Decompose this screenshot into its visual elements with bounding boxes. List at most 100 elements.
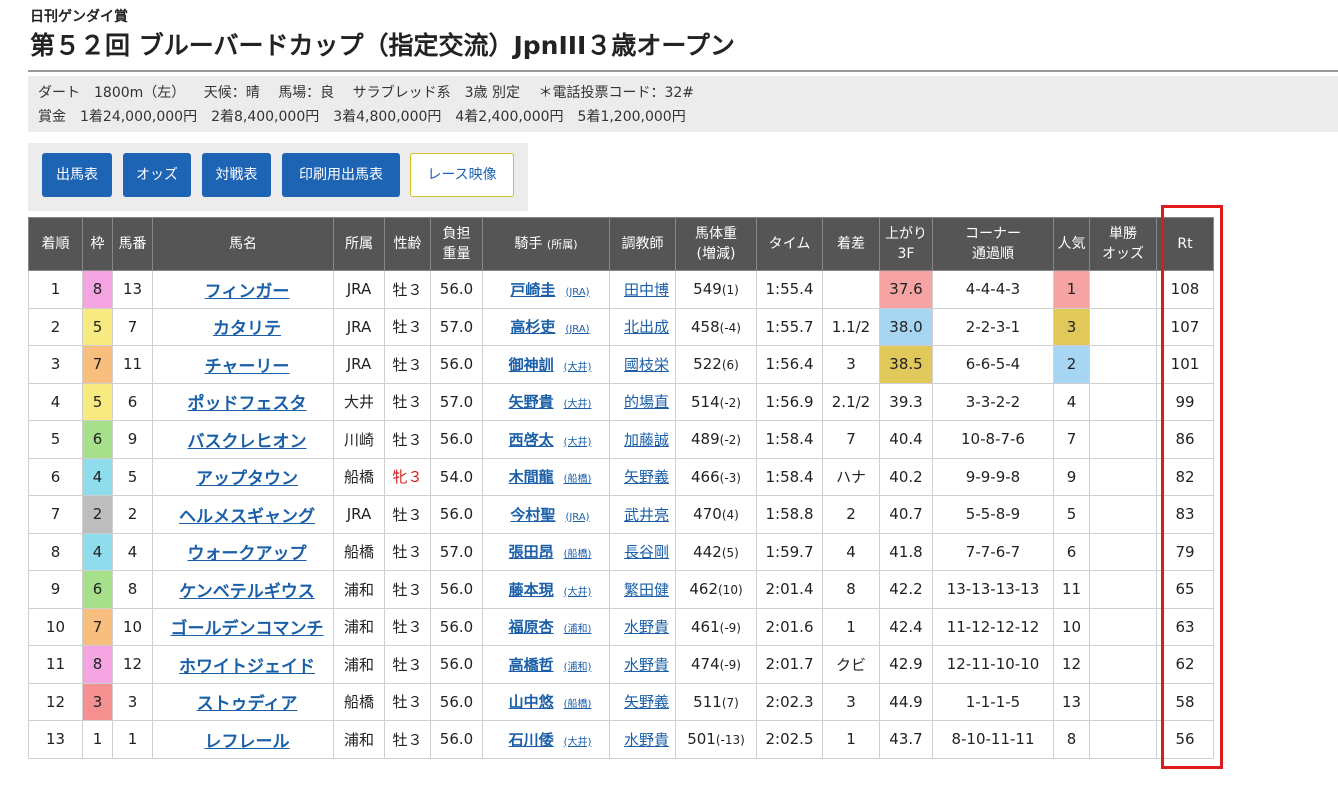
horse-name-link[interactable]: ケンベテルギウス [179, 582, 315, 602]
jockey-affiliation: (浦和) [563, 661, 592, 673]
body-weight: 470 [693, 505, 722, 524]
jockey-link[interactable]: 石川倭 (大井) [509, 731, 592, 749]
corner-positions: 5-5-8-9 [932, 495, 1054, 534]
horse-name-link[interactable]: バスクレヒオン [188, 432, 307, 452]
win-odds [1089, 495, 1157, 534]
jockey-link[interactable]: 戸崎圭 (JRA) [510, 281, 589, 299]
odds-button[interactable]: オッズ [123, 153, 191, 197]
trainer-link[interactable]: 矢野義 [624, 468, 669, 486]
col-horse: 馬名 [152, 217, 334, 271]
jockey-affiliation: (大井) [563, 586, 592, 598]
matchup-button[interactable]: 対戦表 [202, 153, 271, 197]
jockey-name: 福原杏 [508, 618, 554, 637]
jockey-link[interactable]: 福原杏 (浦和) [509, 618, 592, 636]
horse-name-link[interactable]: ポッドフェスタ [188, 394, 307, 414]
finish-position: 12 [28, 682, 83, 721]
horse-number: 3 [112, 682, 153, 721]
horse-name-link[interactable]: アップタウン [196, 469, 298, 489]
entries-button[interactable]: 出馬表 [42, 153, 112, 197]
finish-time: 1:59.7 [756, 532, 823, 571]
win-odds [1089, 457, 1157, 496]
win-odds [1089, 420, 1157, 459]
jockey-link[interactable]: 高橋哲 (浦和) [509, 656, 592, 674]
jockey-link[interactable]: 御神訓 (大井) [509, 356, 592, 374]
course-info: ダート 1800m（左） [38, 85, 186, 101]
body-weight-change: (-9) [719, 658, 741, 673]
jockey-link[interactable]: 今村聖 (JRA) [510, 506, 589, 524]
jockey-link[interactable]: 矢野貴 (大井) [509, 393, 592, 411]
trainer-link[interactable]: 水野貴 [624, 618, 669, 636]
horse-name-cell: ゴールデンコマンチ [152, 607, 334, 646]
body-weight: 458 [691, 317, 720, 336]
margin: 4 [822, 532, 880, 571]
win-odds [1089, 382, 1157, 421]
jockey-cell: 福原杏 (浦和) [482, 607, 610, 646]
jockey-link[interactable]: 山中悠 (船橋) [509, 693, 592, 711]
horse-name-link[interactable]: ヘルメスギャング [179, 507, 315, 527]
finish-position: 1 [28, 270, 83, 309]
trainer-link[interactable]: 田中博 [624, 281, 669, 299]
race-video-button[interactable]: レース映像 [410, 153, 514, 197]
horse-name-link[interactable]: フィンガー [205, 282, 290, 302]
affiliation: 浦和 [333, 645, 385, 684]
trainer-cell: 加藤誠 [609, 420, 676, 459]
margin: 7 [822, 420, 880, 459]
horse-name-link[interactable]: チャーリー [205, 357, 290, 377]
jockey-link[interactable]: 西啓太 (大井) [509, 431, 592, 449]
horse-name-link[interactable]: レフレール [205, 732, 290, 752]
jockey-name: 矢野貴 [508, 393, 554, 412]
col-odds: 単勝 オッズ [1089, 217, 1157, 271]
trainer-link[interactable]: 矢野義 [624, 693, 669, 711]
trainer-link[interactable]: 長谷剛 [624, 543, 669, 561]
horse-name-link[interactable]: ホワイトジェイド [179, 657, 315, 677]
last-3f: 42.9 [879, 645, 933, 684]
popularity: 6 [1053, 532, 1090, 571]
rating: 65 [1156, 570, 1214, 609]
trainer-link[interactable]: 繁田健 [624, 581, 669, 599]
finish-position: 6 [28, 457, 83, 496]
finish-position: 2 [28, 307, 83, 346]
finish-time: 2:02.3 [756, 682, 823, 721]
horse-name-link[interactable]: ストゥディア [197, 694, 298, 714]
affiliation: 大井 [333, 382, 385, 421]
trainer-link[interactable]: 水野貴 [624, 656, 669, 674]
body-weight-change: (-9) [719, 620, 741, 635]
carried-weight: 56.0 [430, 570, 483, 609]
waku-cell: 4 [82, 532, 113, 571]
horse-name-cell: ポッドフェスタ [152, 382, 334, 421]
popularity: 13 [1053, 682, 1090, 721]
body-weight-change: (-4) [719, 320, 741, 335]
rating: 83 [1156, 495, 1214, 534]
finish-position: 5 [28, 420, 83, 459]
col-waku: 枠 [82, 217, 113, 271]
col-rt: Rt [1156, 217, 1214, 271]
jockey-link[interactable]: 高杉吏 (JRA) [510, 318, 589, 336]
finish-time: 2:01.4 [756, 570, 823, 609]
jockey-link[interactable]: 木間龍 (船橋) [509, 468, 592, 486]
jockey-affiliation: (船橋) [563, 549, 592, 561]
rating: 56 [1156, 720, 1214, 759]
jockey-cell: 西啓太 (大井) [482, 420, 610, 459]
body-weight: 442 [693, 542, 722, 561]
trainer-link[interactable]: 加藤誠 [624, 431, 669, 449]
trainer-link[interactable]: 北出成 [624, 318, 669, 336]
trainer-link[interactable]: 水野貴 [624, 731, 669, 749]
finish-time: 1:58.4 [756, 457, 823, 496]
jockey-link[interactable]: 張田昂 (船橋) [509, 543, 592, 561]
trainer-link[interactable]: 國枝栄 [624, 356, 669, 374]
print-entries-button[interactable]: 印刷用出馬表 [282, 153, 400, 197]
trainer-link[interactable]: 的場直 [624, 393, 669, 411]
jockey-link[interactable]: 藤本現 (大井) [509, 581, 592, 599]
carried-weight: 56.0 [430, 495, 483, 534]
horse-number: 1 [112, 720, 153, 759]
jockey-cell: 御神訓 (大井) [482, 345, 610, 384]
affiliation: 船橋 [333, 532, 385, 571]
rating: 62 [1156, 645, 1214, 684]
body-weight-cell: 511(7) [675, 682, 757, 721]
horse-name-link[interactable]: カタリテ [213, 319, 281, 339]
finish-time: 2:02.5 [756, 720, 823, 759]
horse-name-link[interactable]: ゴールデンコマンチ [171, 619, 324, 639]
jockey-affiliation: (大井) [563, 399, 592, 411]
horse-name-link[interactable]: ウォークアップ [188, 544, 307, 564]
trainer-link[interactable]: 武井亮 [624, 506, 669, 524]
